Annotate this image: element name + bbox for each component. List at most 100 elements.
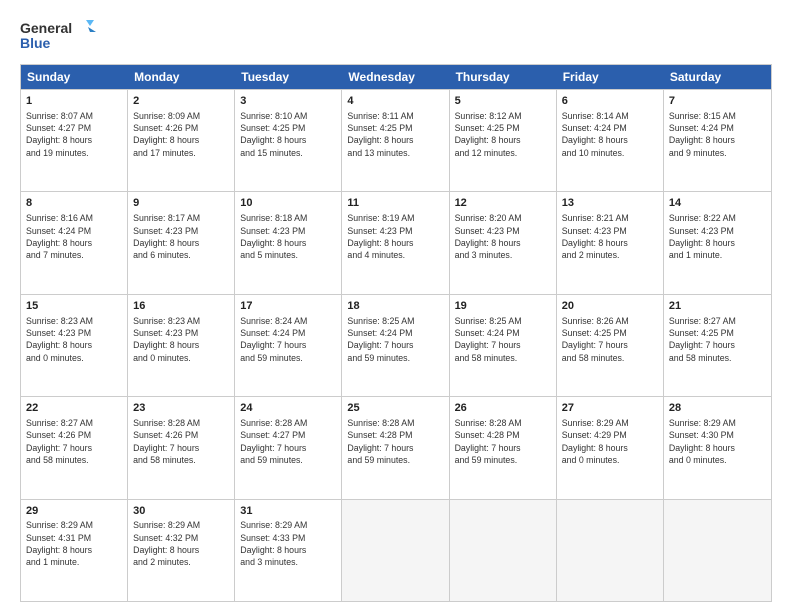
cal-cell-28: 28Sunrise: 8:29 AMSunset: 4:30 PMDayligh… bbox=[664, 397, 771, 498]
cell-text: Daylight: 7 hours bbox=[133, 442, 229, 454]
cell-text: Sunset: 4:23 PM bbox=[26, 327, 122, 339]
cal-cell-10: 10Sunrise: 8:18 AMSunset: 4:23 PMDayligh… bbox=[235, 192, 342, 293]
day-header-sunday: Sunday bbox=[21, 65, 128, 89]
cell-text: and 19 minutes. bbox=[26, 147, 122, 159]
cell-text: Sunset: 4:25 PM bbox=[669, 327, 766, 339]
day-number: 2 bbox=[133, 94, 229, 109]
cell-text: and 1 minute. bbox=[26, 556, 122, 568]
day-number: 13 bbox=[562, 196, 658, 211]
cal-cell-1: 1Sunrise: 8:07 AMSunset: 4:27 PMDaylight… bbox=[21, 90, 128, 191]
cell-text: Sunrise: 8:20 AM bbox=[455, 212, 551, 224]
cell-text: Daylight: 8 hours bbox=[240, 237, 336, 249]
cell-text: and 3 minutes. bbox=[240, 556, 336, 568]
day-number: 15 bbox=[26, 299, 122, 314]
cell-text: Sunrise: 8:23 AM bbox=[133, 315, 229, 327]
day-number: 4 bbox=[347, 94, 443, 109]
cal-cell-26: 26Sunrise: 8:28 AMSunset: 4:28 PMDayligh… bbox=[450, 397, 557, 498]
cal-cell-14: 14Sunrise: 8:22 AMSunset: 4:23 PMDayligh… bbox=[664, 192, 771, 293]
svg-text:Blue: Blue bbox=[20, 35, 51, 51]
cal-cell-8: 8Sunrise: 8:16 AMSunset: 4:24 PMDaylight… bbox=[21, 192, 128, 293]
day-number: 27 bbox=[562, 401, 658, 416]
day-number: 8 bbox=[26, 196, 122, 211]
cell-text: Sunset: 4:23 PM bbox=[133, 225, 229, 237]
cell-text: Sunrise: 8:10 AM bbox=[240, 110, 336, 122]
cal-cell-20: 20Sunrise: 8:26 AMSunset: 4:25 PMDayligh… bbox=[557, 295, 664, 396]
cell-text: Sunrise: 8:15 AM bbox=[669, 110, 766, 122]
day-number: 23 bbox=[133, 401, 229, 416]
cell-text: and 2 minutes. bbox=[562, 249, 658, 261]
cell-text: Sunrise: 8:29 AM bbox=[26, 519, 122, 531]
cell-text: Sunset: 4:25 PM bbox=[562, 327, 658, 339]
cell-text: Sunrise: 8:26 AM bbox=[562, 315, 658, 327]
cell-text: and 1 minute. bbox=[669, 249, 766, 261]
cell-text: Sunset: 4:23 PM bbox=[455, 225, 551, 237]
cell-text: Daylight: 7 hours bbox=[669, 339, 766, 351]
logo-svg: General Blue bbox=[20, 18, 100, 54]
day-header-tuesday: Tuesday bbox=[235, 65, 342, 89]
cell-text: Sunset: 4:23 PM bbox=[669, 225, 766, 237]
cell-text: Daylight: 8 hours bbox=[133, 134, 229, 146]
cell-text: Sunrise: 8:29 AM bbox=[669, 417, 766, 429]
cell-text: Sunset: 4:24 PM bbox=[240, 327, 336, 339]
cell-text: Sunrise: 8:22 AM bbox=[669, 212, 766, 224]
cal-row-1: 1Sunrise: 8:07 AMSunset: 4:27 PMDaylight… bbox=[21, 89, 771, 191]
cell-text: Sunset: 4:29 PM bbox=[562, 429, 658, 441]
day-number: 6 bbox=[562, 94, 658, 109]
calendar-body: 1Sunrise: 8:07 AMSunset: 4:27 PMDaylight… bbox=[21, 89, 771, 601]
day-number: 9 bbox=[133, 196, 229, 211]
cell-text: Sunrise: 8:19 AM bbox=[347, 212, 443, 224]
cell-text: Sunrise: 8:24 AM bbox=[240, 315, 336, 327]
cell-text: and 59 minutes. bbox=[347, 352, 443, 364]
cal-row-5: 29Sunrise: 8:29 AMSunset: 4:31 PMDayligh… bbox=[21, 499, 771, 601]
cell-text: and 6 minutes. bbox=[133, 249, 229, 261]
page: General Blue SundayMondayTuesdayWednesda… bbox=[0, 0, 792, 612]
cal-cell-7: 7Sunrise: 8:15 AMSunset: 4:24 PMDaylight… bbox=[664, 90, 771, 191]
cell-text: and 0 minutes. bbox=[26, 352, 122, 364]
cell-text: Daylight: 7 hours bbox=[240, 339, 336, 351]
cell-text: and 15 minutes. bbox=[240, 147, 336, 159]
cell-text: Sunrise: 8:28 AM bbox=[240, 417, 336, 429]
cell-text: Sunset: 4:28 PM bbox=[347, 429, 443, 441]
cal-cell-15: 15Sunrise: 8:23 AMSunset: 4:23 PMDayligh… bbox=[21, 295, 128, 396]
cal-cell-31: 31Sunrise: 8:29 AMSunset: 4:33 PMDayligh… bbox=[235, 500, 342, 601]
cal-cell-21: 21Sunrise: 8:27 AMSunset: 4:25 PMDayligh… bbox=[664, 295, 771, 396]
cell-text: and 4 minutes. bbox=[347, 249, 443, 261]
cal-cell-11: 11Sunrise: 8:19 AMSunset: 4:23 PMDayligh… bbox=[342, 192, 449, 293]
cal-cell-2: 2Sunrise: 8:09 AMSunset: 4:26 PMDaylight… bbox=[128, 90, 235, 191]
cell-text: Sunrise: 8:27 AM bbox=[26, 417, 122, 429]
day-number: 28 bbox=[669, 401, 766, 416]
cell-text: and 13 minutes. bbox=[347, 147, 443, 159]
cell-text: Sunset: 4:26 PM bbox=[133, 122, 229, 134]
cell-text: Sunset: 4:26 PM bbox=[133, 429, 229, 441]
cell-text: and 58 minutes. bbox=[26, 454, 122, 466]
day-number: 22 bbox=[26, 401, 122, 416]
cell-text: Sunset: 4:31 PM bbox=[26, 532, 122, 544]
cell-text: and 7 minutes. bbox=[26, 249, 122, 261]
cell-text: Sunrise: 8:09 AM bbox=[133, 110, 229, 122]
calendar: SundayMondayTuesdayWednesdayThursdayFrid… bbox=[20, 64, 772, 602]
cell-text: Daylight: 8 hours bbox=[347, 237, 443, 249]
cell-text: Sunset: 4:24 PM bbox=[455, 327, 551, 339]
cell-text: Sunrise: 8:25 AM bbox=[347, 315, 443, 327]
cell-text: Daylight: 8 hours bbox=[26, 237, 122, 249]
cal-cell-23: 23Sunrise: 8:28 AMSunset: 4:26 PMDayligh… bbox=[128, 397, 235, 498]
cell-text: Daylight: 8 hours bbox=[562, 134, 658, 146]
cell-text: and 58 minutes. bbox=[562, 352, 658, 364]
cal-cell-9: 9Sunrise: 8:17 AMSunset: 4:23 PMDaylight… bbox=[128, 192, 235, 293]
cell-text: Sunrise: 8:14 AM bbox=[562, 110, 658, 122]
cell-text: Sunrise: 8:18 AM bbox=[240, 212, 336, 224]
cal-cell-19: 19Sunrise: 8:25 AMSunset: 4:24 PMDayligh… bbox=[450, 295, 557, 396]
cell-text: and 59 minutes. bbox=[347, 454, 443, 466]
cal-cell-22: 22Sunrise: 8:27 AMSunset: 4:26 PMDayligh… bbox=[21, 397, 128, 498]
cell-text: Sunset: 4:24 PM bbox=[26, 225, 122, 237]
cell-text: Daylight: 8 hours bbox=[347, 134, 443, 146]
day-header-wednesday: Wednesday bbox=[342, 65, 449, 89]
cell-text: Daylight: 7 hours bbox=[455, 339, 551, 351]
cell-text: Sunrise: 8:25 AM bbox=[455, 315, 551, 327]
cell-text: Sunset: 4:27 PM bbox=[26, 122, 122, 134]
cal-cell-13: 13Sunrise: 8:21 AMSunset: 4:23 PMDayligh… bbox=[557, 192, 664, 293]
cell-text: Daylight: 8 hours bbox=[669, 134, 766, 146]
day-number: 17 bbox=[240, 299, 336, 314]
cell-text: Daylight: 7 hours bbox=[347, 442, 443, 454]
cell-text: Sunset: 4:23 PM bbox=[347, 225, 443, 237]
